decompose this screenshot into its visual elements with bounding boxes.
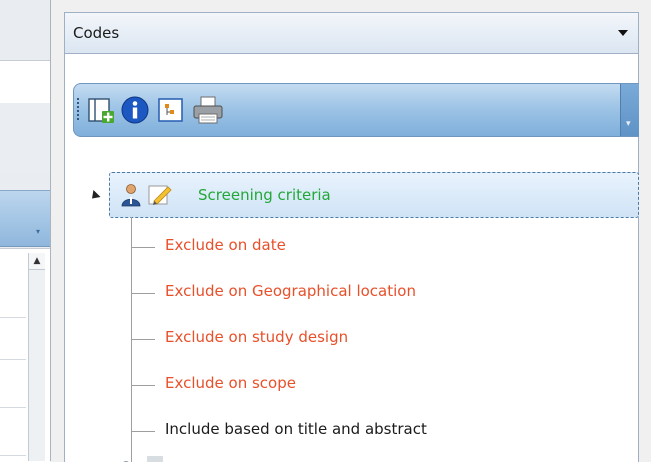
codes-panel: Codes ▾ Screening criteria Exclude on da… [64, 12, 639, 462]
left-pane-scrollbar[interactable]: ▲ [28, 253, 45, 461]
tree-item-exclude-on-scope[interactable]: Exclude on scope [165, 374, 296, 392]
left-pane-gray-strip [0, 103, 50, 173]
left-pane-list-cell[interactable] [0, 279, 26, 318]
left-pane-list-cell[interactable] [0, 321, 26, 360]
tree-branch-line [131, 339, 155, 340]
tree-root-label: Screening criteria [198, 186, 331, 204]
tree-branch-line [131, 385, 155, 386]
tree-root-screening-criteria[interactable]: Screening criteria [109, 172, 639, 218]
toolbar-grip-icon[interactable] [77, 98, 79, 122]
left-pane-header-strip [0, 60, 50, 104]
tree-item-exclude-on-study-design[interactable]: Exclude on study design [165, 328, 348, 346]
left-pane-list-cell[interactable] [0, 369, 26, 408]
next-node-note-icon [147, 456, 163, 462]
tree-branch-line [131, 431, 155, 432]
edit-note-icon [148, 184, 174, 206]
codes-toolbar: ▾ [73, 83, 639, 137]
tree-branch-line [131, 293, 155, 294]
tree-view-icon[interactable] [156, 95, 186, 125]
left-pane-list-cell[interactable] [0, 417, 26, 456]
tree-item-exclude-on-geographical-location[interactable]: Exclude on Geographical location [165, 282, 416, 300]
codes-tree: Screening criteria Exclude on date Exclu… [73, 145, 639, 462]
toolbar-overflow-button[interactable]: ▾ [620, 84, 639, 136]
left-pane: ▾ ▲ [0, 0, 51, 462]
person-icon [120, 183, 142, 207]
tree-item-exclude-on-date[interactable]: Exclude on date [165, 236, 286, 254]
add-code-icon[interactable] [86, 95, 116, 125]
tree-branch-line [131, 247, 155, 248]
codes-panel-title: Codes [73, 24, 120, 42]
left-pane-toolbar-strip [0, 190, 50, 247]
info-icon[interactable] [120, 95, 150, 125]
print-icon[interactable] [192, 95, 223, 125]
left-pane-toolbar-grip-icon[interactable]: ▾ [36, 228, 44, 236]
scroll-up-arrow-icon[interactable]: ▲ [29, 253, 45, 270]
tree-item-include-based-on-title-and-abstract[interactable]: Include based on title and abstract [165, 420, 427, 438]
collapse-toggle-icon[interactable] [88, 189, 101, 203]
dropdown-arrow-icon[interactable] [618, 30, 628, 36]
codes-panel-header: Codes [65, 13, 638, 54]
